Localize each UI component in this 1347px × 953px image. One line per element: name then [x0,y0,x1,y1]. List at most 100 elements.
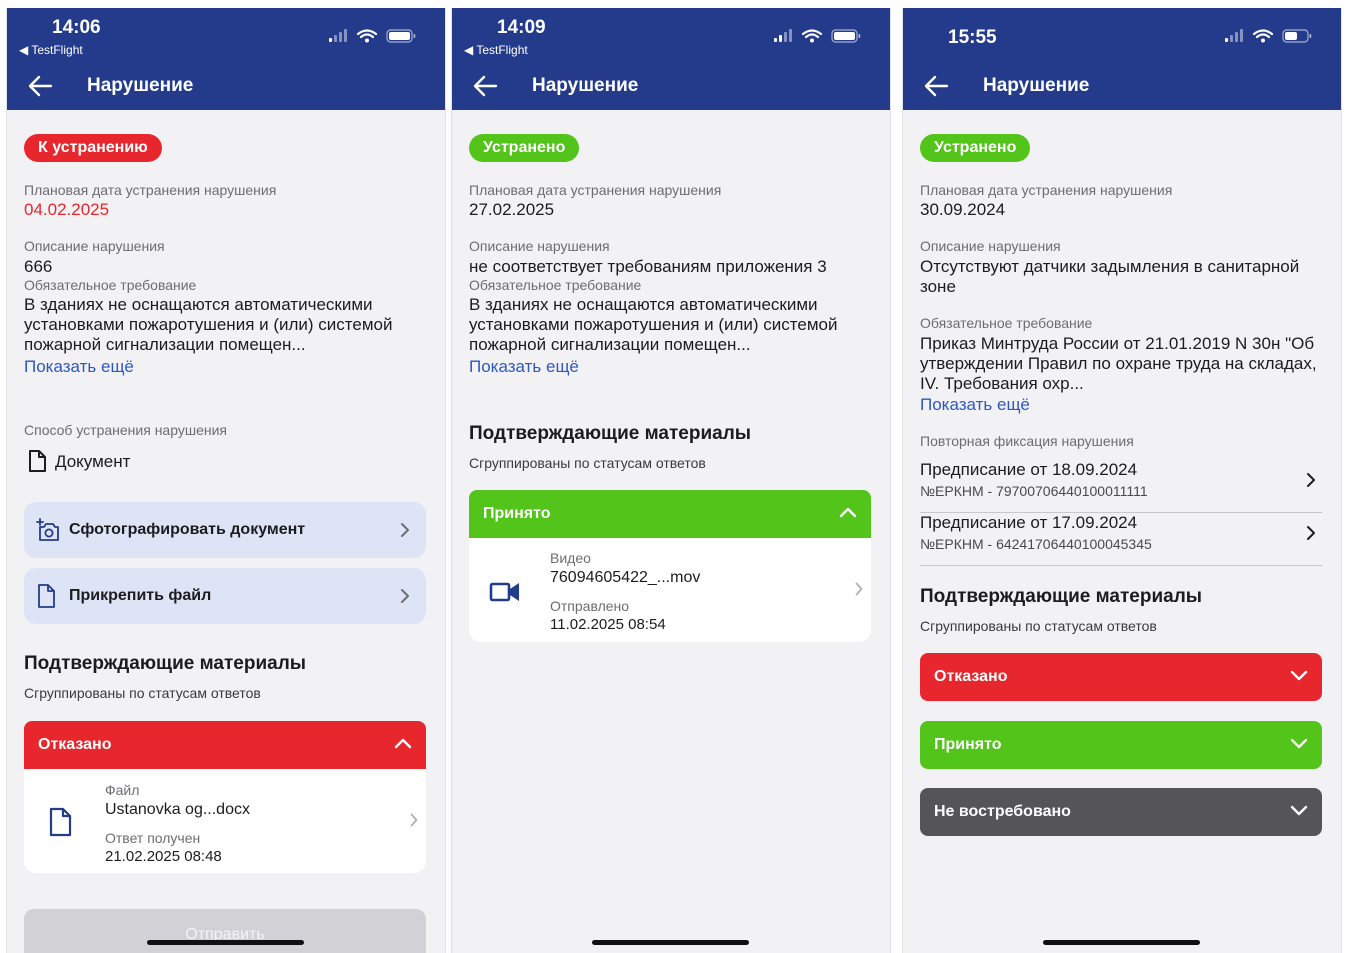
prescription-item[interactable]: Предписание от 18.09.2024 №ЕРКНМ - 79700… [920,460,1322,513]
group-accepted-label: Принято [934,736,1002,753]
prescription-item[interactable]: Предписание от 17.09.2024 №ЕРКНМ - 64241… [920,513,1322,566]
prescription-number: №ЕРКНМ - 79700706440100011111 [920,483,1148,499]
method-value-text: Документ [55,452,131,471]
chevron-right-icon [401,523,409,537]
item-name: Ustanovka og...docx [105,801,250,818]
app-bar: 14:09 ◀ TestFlight Нарушение [452,8,890,110]
home-indicator [147,940,304,945]
back-to-app-link[interactable]: ◀ TestFlight [19,43,83,57]
item-status-label: Отправлено [550,598,630,614]
group-rejected[interactable]: Отказано [24,721,426,769]
item-type: Файл [105,782,140,798]
chevron-up-icon [394,738,412,749]
status-badge: Устранено [469,134,580,162]
home-indicator [592,940,749,945]
planned-date-label: Плановая дата устранения нарушения [469,182,722,198]
description-label: Описание нарушения [24,238,165,254]
page-title: Нарушение [532,75,639,96]
chevron-right-icon [1307,526,1315,540]
show-more-link[interactable]: Показать ещё [24,357,134,377]
page-title: Нарушение [87,75,194,96]
description-value: Отсутствуют датчики задымления в санитар… [920,257,1300,296]
chevron-right-icon [410,813,418,827]
material-item[interactable]: Файл Ustanovka og...docx Ответ получен 2… [24,769,426,873]
requirement-label: Обязательное требование [469,277,642,293]
status-icons [774,28,862,49]
status-time: 14:09 [497,17,546,38]
description-label: Описание нарушения [920,238,1061,254]
chevron-down-icon [1290,738,1308,749]
battery-icon [831,29,861,43]
planned-date-value: 30.09.2024 [920,200,1006,219]
group-accepted[interactable]: Принято [920,721,1322,769]
app-bar: 15:55 Нарушение [903,8,1341,110]
back-arrow-icon[interactable] [472,74,498,98]
item-date: 21.02.2025 08:48 [105,848,222,865]
camera-add-icon [36,518,59,541]
attach-file-label: Прикрепить файл [69,587,212,604]
back-to-app-link[interactable]: ◀ TestFlight [464,43,528,57]
back-arrow-icon[interactable] [923,74,949,98]
planned-date-label: Плановая дата устранения нарушения [24,182,277,198]
wifi-icon [801,29,823,39]
item-type: Видео [550,550,591,566]
requirement-label: Обязательное требование [24,277,197,293]
home-indicator [1043,940,1200,945]
show-more-link[interactable]: Показать ещё [920,395,1030,415]
chevron-right-icon [1307,473,1315,487]
group-rejected-label: Отказано [38,736,112,753]
phone-screen-1: 14:06 ◀ TestFlight Нарушение К устранени… [6,8,446,953]
battery-icon [1282,29,1312,43]
send-button[interactable]: Отправить [24,909,426,953]
materials-subtitle: Сгруппированы по статусам ответов [469,455,706,471]
phone-screen-3: 15:55 Нарушение Устранено Плановая дата … [902,8,1342,953]
status-icons [329,28,417,49]
status-badge: К устранению [24,134,162,162]
document-icon [38,584,55,608]
group-rejected[interactable]: Отказано [920,653,1322,701]
group-accepted-label: Принято [483,505,551,522]
requirement-text: Приказ Минтруда России от 21.01.2019 N 3… [920,334,1317,393]
group-not-claimed-label: Не востребовано [934,803,1071,820]
signal-icon [1225,29,1243,42]
document-icon [29,450,46,472]
materials-subtitle: Сгруппированы по статусам ответов [24,685,261,701]
phone-screen-2: 14:09 ◀ TestFlight Нарушение Устранено П… [451,8,891,953]
wifi-icon [1252,29,1274,39]
material-item[interactable]: Видео 76094605422_...mov Отправлено 11.0… [469,538,871,642]
requirement-label: Обязательное требование [920,315,1093,331]
materials-subtitle: Сгруппированы по статусам ответов [920,618,1157,634]
status-time: 15:55 [948,27,997,48]
planned-date-value: 04.02.2025 [24,200,110,219]
chevron-up-icon [839,507,857,518]
app-bar: 14:06 ◀ TestFlight Нарушение [7,8,445,110]
wifi-icon [356,29,378,39]
attach-file-button[interactable]: Прикрепить файл [24,568,426,624]
photograph-document-label: Сфотографировать документ [69,521,306,538]
photograph-document-button[interactable]: Сфотографировать документ [24,502,426,558]
video-icon [489,582,519,602]
signal-icon [774,29,792,42]
title-row: Нарушение [903,70,1341,104]
prescription-title: Предписание от 18.09.2024 [920,460,1138,479]
group-accepted[interactable]: Принято [469,490,871,538]
description-value: 666 [24,257,53,276]
group-not-claimed[interactable]: Не востребовано [920,788,1322,836]
document-icon [49,807,72,837]
prescription-number: №ЕРКНМ - 64241706440100045345 [920,536,1152,552]
chevron-down-icon [1290,670,1308,681]
show-more-link[interactable]: Показать ещё [469,357,579,377]
back-arrow-icon[interactable] [27,74,53,98]
chevron-right-icon [401,589,409,603]
status-time: 14:06 [52,17,101,38]
status-badge: Устранено [920,134,1031,162]
description-value: не соответствует требованиям приложения … [469,257,827,276]
method-label: Способ устранения нарушения [24,422,227,438]
item-status-label: Ответ получен [105,830,201,846]
chevron-right-icon [855,582,863,596]
description-label: Описание нарушения [469,238,610,254]
requirement-text: В зданиях не оснащаются автоматическими … [24,295,393,354]
item-date: 11.02.2025 08:54 [550,616,666,633]
status-icons [1225,28,1313,49]
planned-date-value: 27.02.2025 [469,200,555,219]
